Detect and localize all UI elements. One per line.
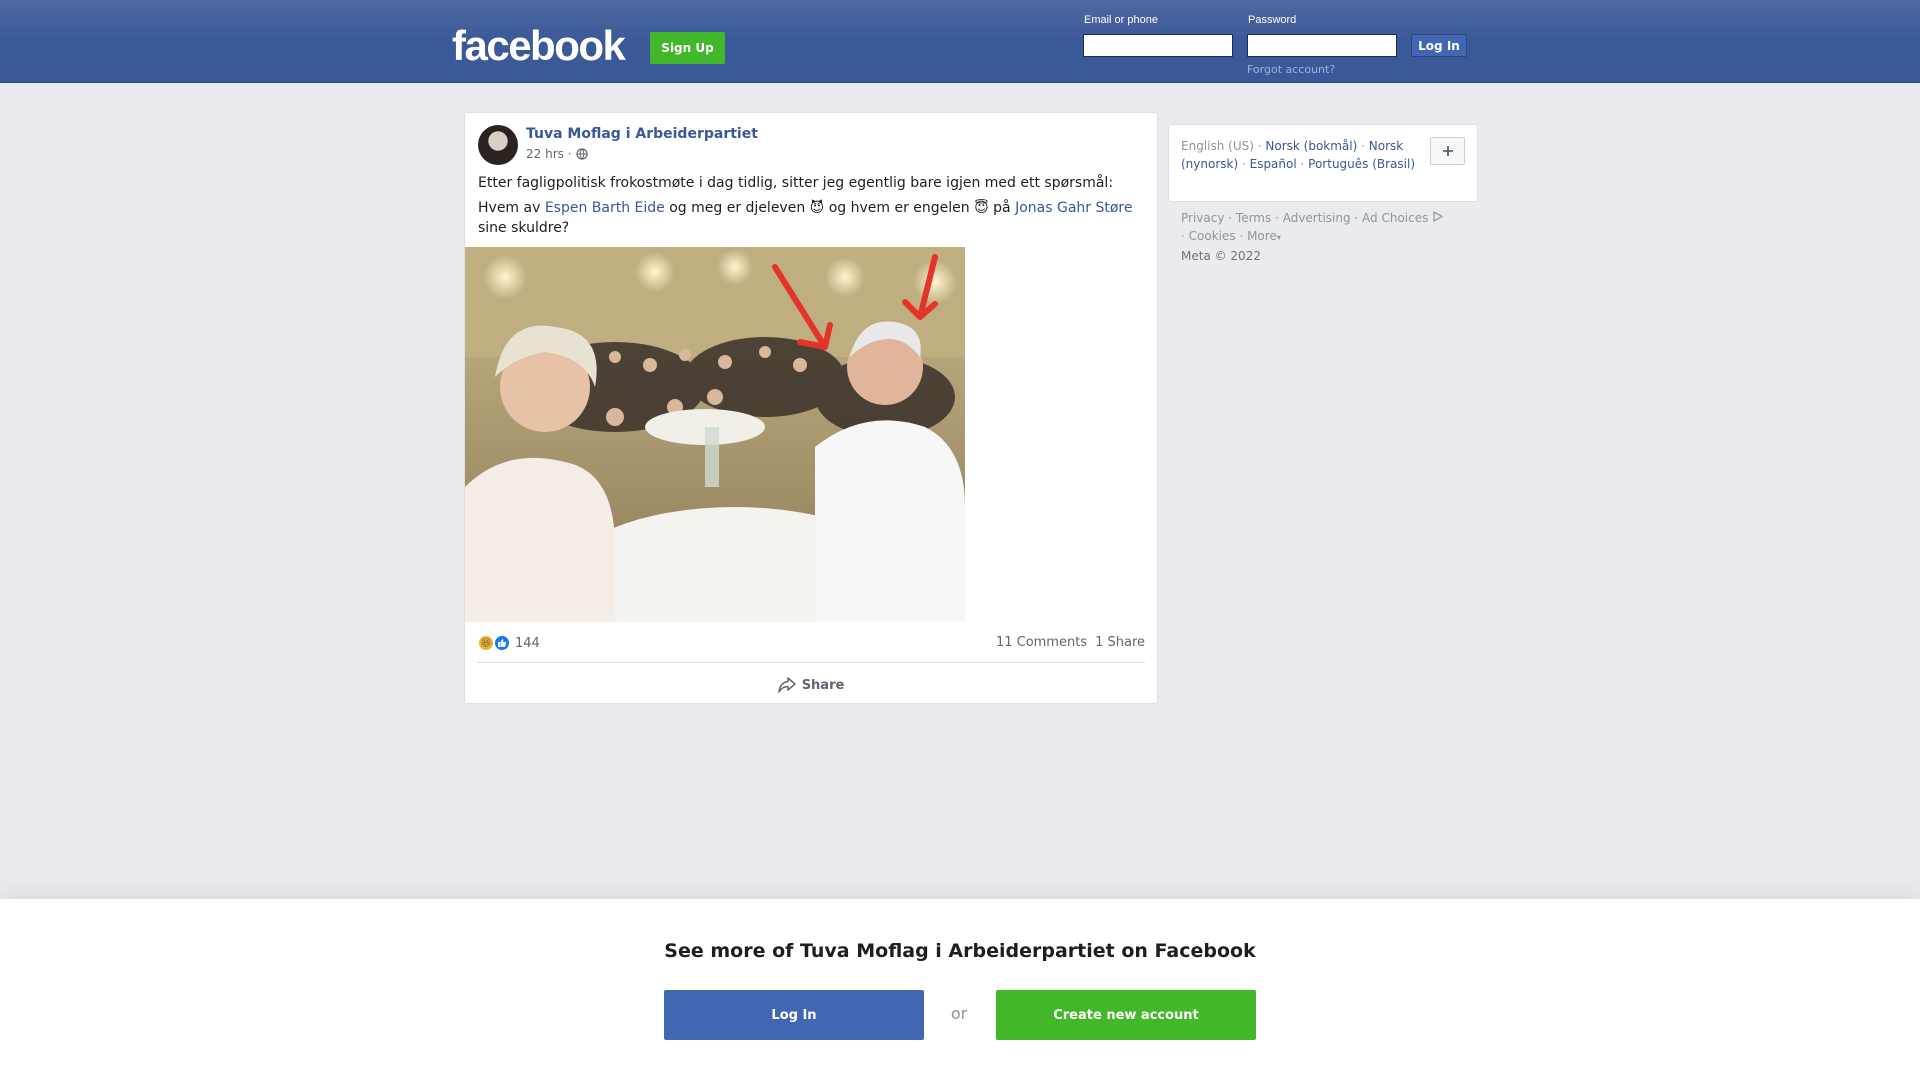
sign-up-button[interactable]: Sign Up (650, 32, 725, 64)
plus-icon (1442, 146, 1453, 156)
mention-espen-barth-eide[interactable]: Espen Barth Eide (545, 200, 665, 216)
overlay-title: See more of Tuva Moflag i Arbeiderpartie… (664, 940, 1256, 962)
footer-link-advertising[interactable]: Advertising (1283, 211, 1351, 225)
footer-link-ad-choices[interactable]: Ad Choices (1362, 211, 1428, 225)
devil-emoji-icon: 😈 (809, 200, 825, 216)
post-text-line2: Hvem av Espen Barth Eide og meg er djele… (478, 198, 1148, 238)
comments-count[interactable]: 11 Comments (996, 635, 1087, 650)
footer-link-terms[interactable]: Terms (1236, 211, 1271, 225)
forgot-account-link[interactable]: Forgot account? (1247, 63, 1335, 76)
email-label: Email or phone (1084, 14, 1158, 26)
share-icon (777, 677, 796, 693)
overlay-or-label: or (950, 1004, 968, 1023)
more-languages-button[interactable] (1430, 137, 1465, 165)
post-text: Etter fagligpolitisk frokostmøte i dag t… (478, 173, 1148, 238)
text-fragment: og hvem er engelen (824, 200, 975, 216)
language-selector: English (US) · Norsk (bokmål) · Norsk (n… (1168, 124, 1478, 202)
text-fragment: på (988, 200, 1016, 216)
ad-choices-icon (1433, 210, 1444, 223)
meta-separator: · (567, 147, 572, 161)
overlay-log-in-button[interactable]: Log In (664, 990, 924, 1040)
email-field[interactable] (1083, 34, 1233, 57)
action-divider (477, 662, 1145, 663)
login-prompt-overlay: See more of Tuva Moflag i Arbeiderpartie… (0, 899, 1920, 1080)
post-photo[interactable] (465, 247, 965, 622)
author-avatar[interactable] (478, 125, 518, 165)
reactions-summary[interactable]: 😆 144 (477, 634, 540, 652)
engagement-counts: 11 Comments 1 Share (996, 635, 1145, 650)
password-field[interactable] (1247, 34, 1397, 57)
post-time[interactable]: 22 hrs (526, 147, 564, 161)
post-meta: 22 hrs · (526, 147, 588, 161)
top-bar: facebook Sign Up Email or phone Password… (0, 0, 1920, 83)
shares-count[interactable]: 1 Share (1095, 635, 1145, 650)
create-account-button[interactable]: Create new account (996, 990, 1256, 1040)
language-option[interactable]: Português (Brasil) (1308, 157, 1415, 171)
footer-link-more[interactable]: More (1247, 229, 1277, 243)
post-text-line1: Etter fagligpolitisk frokostmøte i dag t… (478, 175, 1114, 191)
footer-links: Privacy · Terms · Advertising · Ad Choic… (1181, 209, 1481, 265)
post-photo-image (465, 247, 965, 622)
language-option[interactable]: Norsk (bokmål) (1265, 139, 1357, 153)
current-language: English (US) (1181, 139, 1254, 153)
text-fragment: og meg er djeleven (664, 200, 810, 216)
like-reaction-icon (493, 634, 511, 652)
share-label: Share (801, 677, 845, 693)
post-author[interactable]: Tuva Moflag i Arbeiderpartiet (526, 126, 758, 142)
mention-jonas-gahr-store[interactable]: Jonas Gahr Støre (1015, 200, 1132, 216)
password-label: Password (1248, 14, 1297, 26)
text-fragment: Hvem av (478, 200, 545, 216)
log-in-button[interactable]: Log In (1411, 34, 1467, 57)
language-option[interactable]: Español (1250, 157, 1297, 171)
angel-emoji-icon: 😇 (974, 200, 989, 216)
footer-link-cookies[interactable]: Cookies (1189, 229, 1236, 243)
footer-link-privacy[interactable]: Privacy (1181, 211, 1224, 225)
share-button[interactable]: Share (465, 673, 1157, 697)
copyright: Meta © 2022 (1181, 249, 1261, 263)
chevron-down-icon: ▾ (1276, 233, 1281, 242)
facebook-logo[interactable]: facebook (452, 22, 626, 70)
post-card: Tuva Moflag i Arbeiderpartiet 22 hrs · E… (464, 112, 1158, 704)
text-fragment: sine skuldre? (478, 220, 570, 236)
globe-icon (576, 148, 588, 160)
reaction-count: 144 (515, 635, 540, 651)
